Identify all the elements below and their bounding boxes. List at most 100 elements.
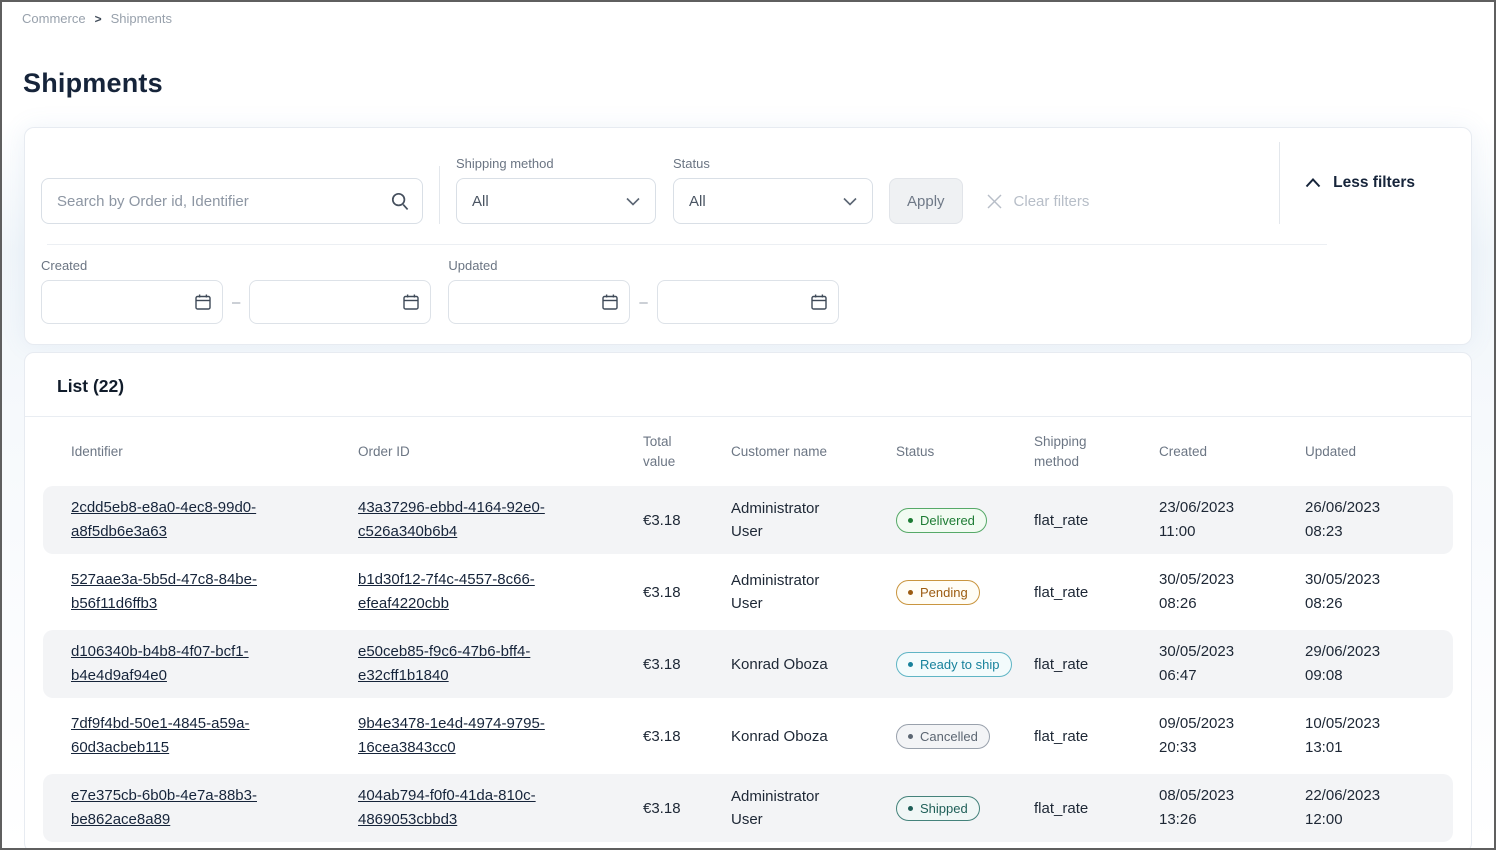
shipments-page: Commerce > Shipments Shipments Shipping …: [0, 0, 1496, 850]
updated-time: 09:08: [1305, 664, 1445, 688]
updated-time: 08:23: [1305, 520, 1445, 544]
range-separator: –: [639, 294, 647, 311]
created-range: –: [41, 280, 431, 324]
identifier-link[interactable]: 527aae3a-5b5d-47c8-84be-b56f11d6ffb3: [71, 568, 291, 616]
cell-shipping-method: flat_rate: [1034, 728, 1159, 745]
created-to-wrap: [249, 280, 431, 324]
created-date: 30/05/2023: [1159, 568, 1305, 592]
cell-customer-name: Konrad Oboza: [731, 725, 853, 748]
range-separator: –: [232, 294, 240, 311]
table-header: Identifier Order ID Total value Customer…: [43, 417, 1453, 486]
identifier-link[interactable]: d106340b-b4b8-4f07-bcf1-b4e4d9af94e0: [71, 640, 291, 688]
cell-total-value: €3.18: [643, 512, 731, 529]
status-filter: Status All: [673, 156, 873, 224]
order-id-link[interactable]: b1d30f12-7f4c-4557-8c66-efeaf4220cbb: [358, 568, 574, 616]
cell-updated: 30/05/202308:26: [1305, 568, 1445, 616]
cell-created: 30/05/202308:26: [1159, 568, 1305, 616]
cell-created: 08/05/202313:26: [1159, 784, 1305, 832]
search-input[interactable]: [41, 178, 423, 224]
created-time: 20:33: [1159, 736, 1305, 760]
status-dot-icon: [908, 590, 913, 595]
filters-row-main: Shipping method All Status All Apply: [41, 142, 1455, 224]
status-badge: Ready to ship: [896, 652, 1012, 677]
col-updated: Updated: [1305, 442, 1445, 462]
col-total-value: Total value: [643, 432, 689, 471]
updated-range: –: [448, 280, 838, 324]
updated-date: 22/06/2023: [1305, 784, 1445, 808]
cell-updated: 29/06/202309:08: [1305, 640, 1445, 688]
apply-button[interactable]: Apply: [889, 178, 963, 224]
cell-identifier: 7df9f4bd-50e1-4845-a59a-60d3acbeb115: [71, 712, 358, 760]
created-date: 08/05/2023: [1159, 784, 1305, 808]
updated-filter: Updated –: [448, 258, 838, 324]
order-id-link[interactable]: e50ceb85-f9c6-47b6-bff4-e32cff1b1840: [358, 640, 574, 688]
identifier-link[interactable]: 7df9f4bd-50e1-4845-a59a-60d3acbeb115: [71, 712, 291, 760]
order-id-link[interactable]: 43a37296-ebbd-4164-92e0-c526a340b6b4: [358, 496, 574, 544]
updated-time: 08:26: [1305, 592, 1445, 616]
breadcrumb-item-commerce[interactable]: Commerce: [22, 11, 86, 26]
created-date: 09/05/2023: [1159, 712, 1305, 736]
calendar-icon: [601, 293, 619, 311]
shipping-method-filter: Shipping method All: [456, 156, 656, 224]
table-row: 7df9f4bd-50e1-4845-a59a-60d3acbeb115 9b4e…: [43, 702, 1453, 770]
created-date: 30/05/2023: [1159, 640, 1305, 664]
created-time: 11:00: [1159, 520, 1305, 544]
cell-created: 30/05/202306:47: [1159, 640, 1305, 688]
cell-total-value: €3.18: [643, 584, 731, 601]
status-badge: Delivered: [896, 508, 987, 533]
status-label: Pending: [920, 585, 968, 600]
updated-from-wrap: [448, 280, 630, 324]
filter-divider: [1279, 142, 1280, 224]
table-row: 527aae3a-5b5d-47c8-84be-b56f11d6ffb3 b1d3…: [43, 558, 1453, 626]
less-filters-label: Less filters: [1333, 174, 1415, 192]
status-value: All: [689, 193, 706, 210]
shipping-method-select[interactable]: All: [456, 178, 656, 224]
order-id-link[interactable]: 404ab794-f0f0-41da-810c-4869053cbbd3: [358, 784, 574, 832]
chevron-down-icon: [626, 197, 640, 206]
cell-identifier: e7e375cb-6b0b-4e7a-88b3-be862ace8a89: [71, 784, 358, 832]
created-time: 08:26: [1159, 592, 1305, 616]
cell-status: Cancelled: [896, 724, 1034, 749]
filters-divider: [47, 244, 1327, 245]
col-created: Created: [1159, 442, 1305, 462]
shipments-list-panel: List (22) Identifier Order ID Total valu…: [24, 352, 1472, 850]
filters-row-dates: Created –: [41, 258, 1455, 324]
order-id-link[interactable]: 9b4e3478-1e4d-4974-9795-16cea3843cc0: [358, 712, 574, 760]
filter-divider: [439, 166, 440, 224]
shipping-method-label: Shipping method: [456, 156, 656, 171]
updated-time: 12:00: [1305, 808, 1445, 832]
status-select[interactable]: All: [673, 178, 873, 224]
cell-updated: 10/05/202313:01: [1305, 712, 1445, 760]
status-label: Cancelled: [920, 729, 978, 744]
breadcrumb-item-shipments[interactable]: Shipments: [111, 11, 172, 26]
created-from-wrap: [41, 280, 223, 324]
cell-order-id: 9b4e3478-1e4d-4974-9795-16cea3843cc0: [358, 712, 643, 760]
x-icon: [986, 193, 1003, 210]
clear-filters-label: Clear filters: [1014, 193, 1090, 210]
cell-customer-name: Administrator User: [731, 569, 853, 616]
cell-customer-name: Administrator User: [731, 497, 853, 544]
cell-created: 23/06/202311:00: [1159, 496, 1305, 544]
list-title: List (22): [25, 353, 1471, 416]
identifier-link[interactable]: 2cdd5eb8-e8a0-4ec8-99d0-a8f5db6e3a63: [71, 496, 291, 544]
cell-status: Delivered: [896, 508, 1034, 533]
col-order-id: Order ID: [358, 442, 643, 462]
table-row: e7e375cb-6b0b-4e7a-88b3-be862ace8a89 404a…: [43, 774, 1453, 842]
clear-filters-button[interactable]: Clear filters: [986, 178, 1090, 224]
updated-time: 13:01: [1305, 736, 1445, 760]
cell-order-id: b1d30f12-7f4c-4557-8c66-efeaf4220cbb: [358, 568, 643, 616]
breadcrumb-separator-icon: >: [95, 12, 102, 26]
updated-date: 30/05/2023: [1305, 568, 1445, 592]
status-badge: Pending: [896, 580, 980, 605]
filters-panel: Shipping method All Status All Apply: [24, 127, 1472, 345]
status-dot-icon: [908, 806, 913, 811]
chevron-up-icon: [1305, 178, 1321, 188]
identifier-link[interactable]: e7e375cb-6b0b-4e7a-88b3-be862ace8a89: [71, 784, 291, 832]
updated-date: 10/05/2023: [1305, 712, 1445, 736]
less-filters-toggle[interactable]: Less filters: [1305, 174, 1415, 192]
cell-shipping-method: flat_rate: [1034, 800, 1159, 817]
status-dot-icon: [908, 734, 913, 739]
cell-customer-name: Konrad Oboza: [731, 653, 853, 676]
cell-status: Shipped: [896, 796, 1034, 821]
updated-to-wrap: [657, 280, 839, 324]
